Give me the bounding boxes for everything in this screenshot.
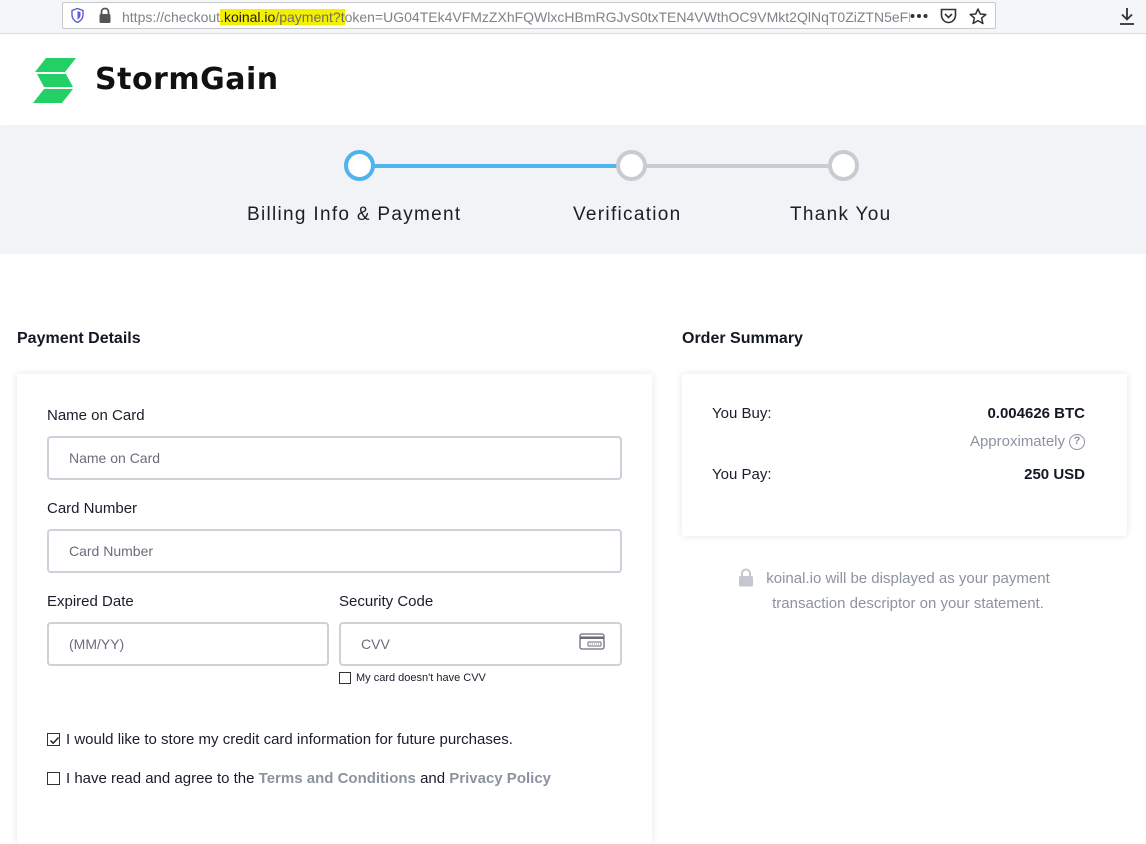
help-icon[interactable]: ? [1069, 433, 1085, 450]
order-summary-card: You Buy: 0.004626 BTC Approximately ? Yo… [682, 374, 1127, 536]
privacy-link[interactable]: Privacy Policy [449, 770, 551, 787]
agree-prefix: I have read and agree to the [66, 770, 255, 787]
pocket-icon[interactable] [940, 8, 957, 24]
terms-link[interactable]: Terms and Conditions [259, 770, 416, 787]
you-pay-label: You Pay: [712, 466, 772, 483]
checkmark-icon [49, 736, 60, 745]
payment-details-title: Payment Details [17, 330, 141, 347]
store-card-checkbox[interactable] [47, 733, 60, 746]
card-number-input[interactable] [47, 529, 622, 573]
star-icon[interactable] [969, 7, 987, 25]
address-bar-actions [910, 6, 987, 26]
download-icon[interactable] [1118, 6, 1136, 26]
transaction-descriptor-note: koinal.io will be displayed as your paym… [766, 570, 1050, 612]
approximately-note: Approximately ? [970, 433, 1085, 450]
payment-form: Name on Card Card Number Expired Date Se… [17, 374, 652, 844]
browser-toolbar: https://checkout.koinal.io/payment?token… [0, 0, 1146, 34]
url-text[interactable]: https://checkout.koinal.io/payment?token… [122, 8, 910, 26]
no-cvv-checkbox[interactable] [339, 672, 351, 684]
address-bar[interactable]: https://checkout.koinal.io/payment?token… [62, 2, 996, 29]
brand-name[interactable]: StormGain [95, 62, 279, 97]
stormgain-logo-icon[interactable] [32, 58, 77, 103]
step-dot-billing [344, 150, 375, 181]
security-code-label: Security Code [339, 593, 434, 610]
step-label-verification: Verification [573, 204, 682, 225]
expiry-date-input[interactable] [47, 622, 329, 666]
you-buy-value: 0.004626 BTC [987, 405, 1085, 422]
no-cvv-label: My card doesn't have CVV [356, 672, 486, 684]
agree-and: and [420, 770, 446, 787]
approximately-label: Approximately [969, 433, 1065, 450]
expiry-date-label: Expired Date [47, 593, 134, 610]
agree-terms-checkbox[interactable] [47, 772, 60, 785]
you-buy-label: You Buy: [712, 405, 772, 422]
cvv-card-icon [579, 633, 605, 650]
step-dot-thank-you [828, 150, 859, 181]
checkout-stepper: Billing Info & Payment Verification Than… [0, 126, 1146, 254]
you-pay-value: 250 USD [1024, 466, 1085, 483]
name-on-card-label: Name on Card [47, 407, 145, 424]
store-card-label: I would like to store my credit card inf… [66, 731, 513, 748]
site-header: StormGain [0, 35, 1146, 125]
stepper-remaining-line [643, 164, 829, 168]
step-label-billing: Billing Info & Payment [247, 204, 462, 225]
order-summary-title: Order Summary [682, 330, 803, 347]
lock-icon[interactable] [98, 7, 112, 24]
shield-icon[interactable] [71, 8, 84, 23]
stepper-progress-line [374, 164, 617, 168]
name-on-card-input[interactable] [47, 436, 622, 480]
step-label-thank-you: Thank You [790, 204, 892, 225]
agree-terms-text: I have read and agree to the Terms and C… [66, 770, 551, 787]
card-number-label: Card Number [47, 500, 138, 517]
step-dot-verification [616, 150, 647, 181]
more-icon[interactable] [910, 13, 928, 19]
